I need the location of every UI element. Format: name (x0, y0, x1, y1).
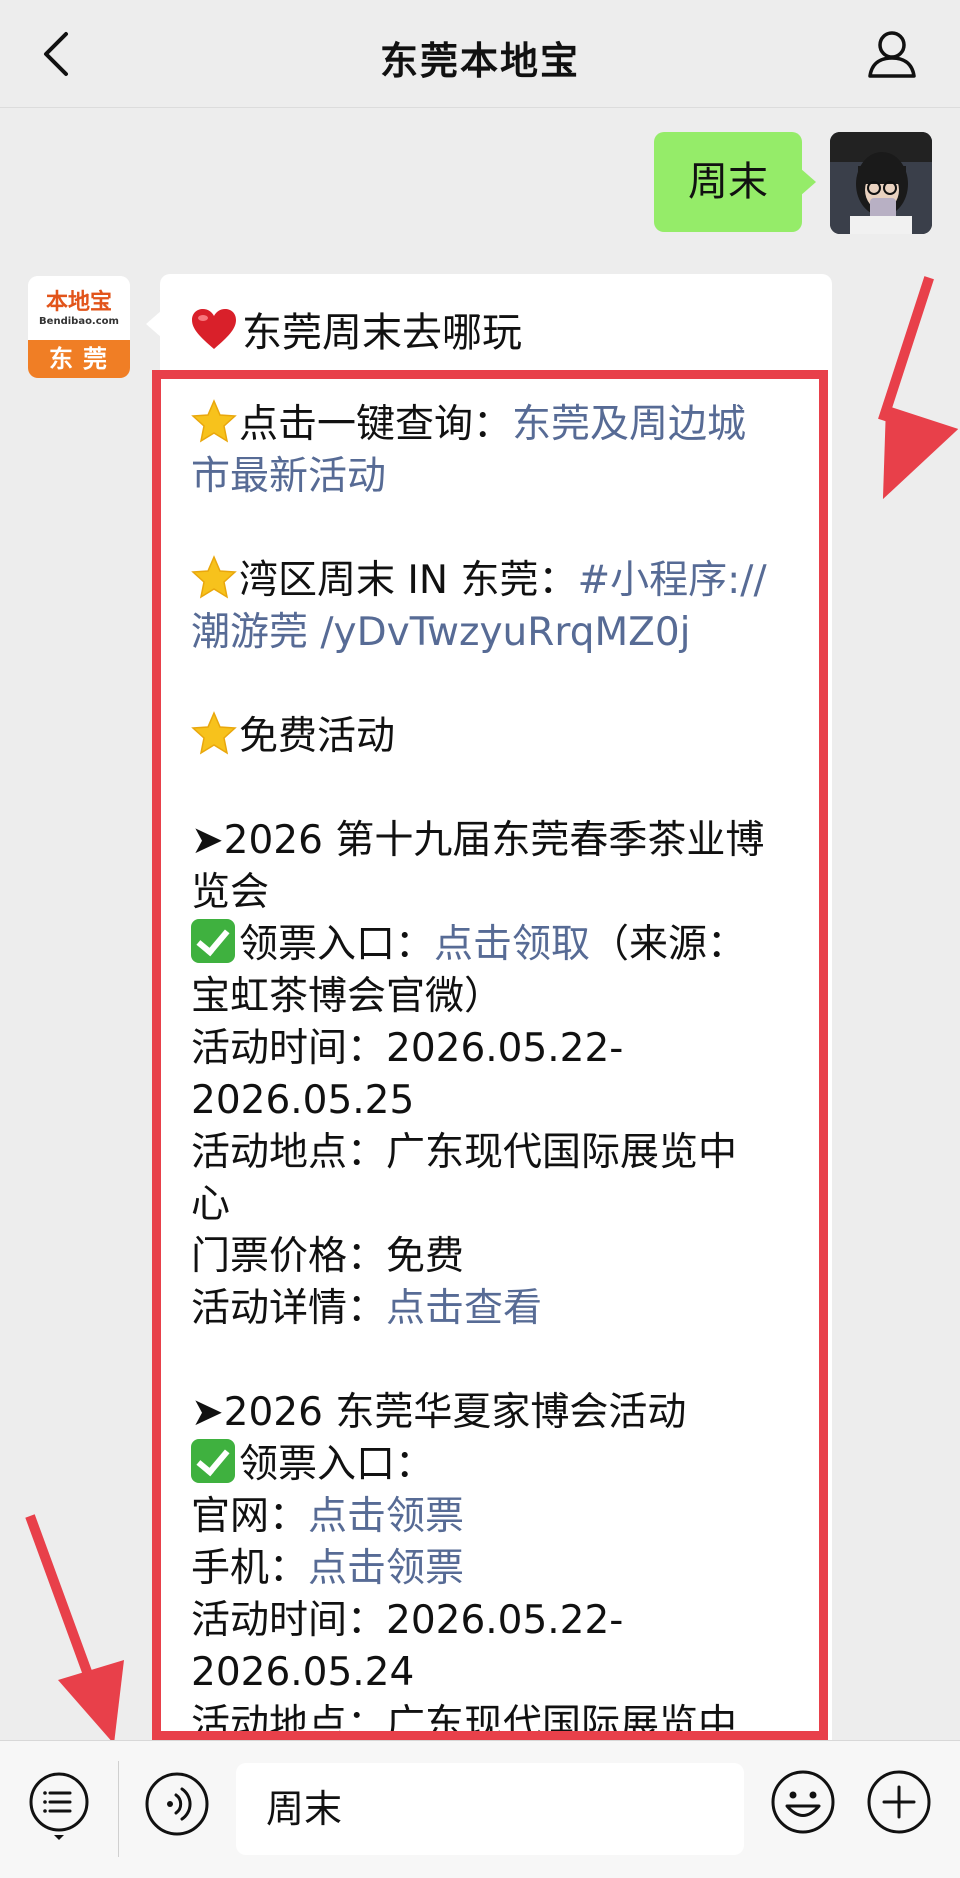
bay-weekend-label: 湾区周末 IN 东莞： (239, 558, 578, 603)
user-avatar-photo (830, 132, 932, 234)
reply-title: 东莞周末去哪玩 (190, 300, 522, 358)
check-mark-icon (191, 1439, 235, 1483)
event1-price: 门票价格：免费 (191, 1234, 465, 1279)
reply-content: 点击一键查询：东莞及周边城 市最新活动 湾区周末 IN 东莞：#小程序:// 潮… (191, 399, 811, 1740)
nearby-events-link-cont[interactable]: 市最新活动 (191, 451, 811, 503)
red-heart-icon (192, 309, 236, 349)
logo-text: 本地宝 (45, 290, 112, 315)
list-menu-icon[interactable] (28, 1771, 90, 1841)
event2-mobile-link[interactable]: 点击领票 (308, 1546, 464, 1591)
chat-area[interactable]: 周末 本地宝 Bendibao.com 东莞 东莞周末去哪玩 点击一键查询：东莞… (0, 108, 960, 1740)
event2-mobile-label: 手机： (191, 1546, 309, 1591)
bendibao-logo: 本地宝 Bendibao.com (28, 276, 130, 340)
event1-detail-link[interactable]: 点击查看 (386, 1286, 542, 1331)
event1-ticket: 领票入口：点击领取（来源： (191, 919, 811, 971)
query-label: 点击一键查询： (239, 402, 513, 447)
user-message-row: 周末 (532, 132, 932, 234)
message-input[interactable]: 周末 (236, 1763, 744, 1855)
nearby-events-link[interactable]: 东莞及周边城 (512, 402, 746, 447)
event2-title: ➤2026 东莞华夏家博会活动 (191, 1390, 687, 1435)
free-events-label: 免费活动 (239, 714, 396, 759)
event2-time-cont: 2026.05.24 (191, 1650, 415, 1695)
red-arrow-top-right (878, 276, 958, 500)
event1-ticket-source: （来源： (590, 922, 747, 967)
event1-time-cont: 2026.05.25 (191, 1078, 415, 1123)
user-message-bubble[interactable]: 周末 (654, 132, 816, 232)
event1-title: ➤2026 第十九届东莞春季茶业博 (191, 818, 765, 863)
section-free-events: 免费活动 (191, 711, 811, 763)
user-avatar[interactable] (830, 132, 932, 234)
avatar-city-label: 东莞 (28, 340, 130, 378)
logo-subtext: Bendibao.com (39, 316, 119, 327)
event2-web-link[interactable]: 点击领票 (308, 1494, 464, 1539)
highlight-box: 点击一键查询：东莞及周边城 市最新活动 湾区周末 IN 东莞：#小程序:// 潮… (152, 370, 828, 1740)
event2-mobile: 手机：点击领票 (191, 1543, 811, 1595)
mini-program-link-cont[interactable]: 潮游莞 /yDvTwzyuRrqMZ0j (191, 607, 811, 659)
event1-ticket-label: 领票入口： (239, 922, 435, 967)
event1-title-cont: 览会 (191, 870, 270, 915)
event1-detail: 活动详情：点击查看 (191, 1283, 811, 1335)
input-bar: 周末 (0, 1740, 960, 1878)
top-nav-bar: 东莞本地宝 (0, 0, 960, 108)
bot-avatar[interactable]: 本地宝 Bendibao.com 东莞 (28, 276, 130, 378)
event2-place: 活动地点：广东现代国际展览中 (191, 1702, 738, 1740)
star-icon (191, 711, 237, 755)
event1-detail-label: 活动详情： (191, 1286, 387, 1331)
user-message-text: 周末 (688, 159, 768, 205)
event2-time: 活动时间：2026.05.22- (191, 1598, 624, 1643)
reply-title-text: 东莞周末去哪玩 (242, 310, 522, 356)
emoji-icon[interactable] (770, 1769, 836, 1835)
event2-ticket: 领票入口： (191, 1439, 811, 1491)
red-arrow-bottom-left (25, 1514, 124, 1740)
event2-ticket-label: 领票入口： (239, 1442, 435, 1487)
event1-time: 活动时间：2026.05.22- (191, 1026, 624, 1071)
plus-circle-icon[interactable] (866, 1769, 932, 1835)
star-icon (191, 555, 237, 599)
chat-title: 东莞本地宝 (379, 39, 580, 83)
event1-ticket-link[interactable]: 点击领取 (434, 922, 590, 967)
event1-place-cont: 心 (191, 1182, 231, 1227)
divider (118, 1761, 119, 1857)
star-icon (191, 399, 237, 443)
event1-ticket-source-cont: 宝虹茶博会官微） (191, 974, 504, 1019)
event2-web-label: 官网： (191, 1494, 309, 1539)
section-query: 点击一键查询：东莞及周边城 (191, 399, 811, 451)
event1-place: 活动地点：广东现代国际展览中 (191, 1130, 738, 1175)
section-bay-weekend: 湾区周末 IN 东莞：#小程序:// (191, 555, 811, 607)
voice-icon[interactable] (144, 1771, 210, 1837)
check-mark-icon (191, 919, 235, 963)
event2-web: 官网：点击领票 (191, 1491, 811, 1543)
user-icon[interactable] (864, 28, 920, 80)
mini-program-link[interactable]: #小程序:// (577, 558, 766, 603)
